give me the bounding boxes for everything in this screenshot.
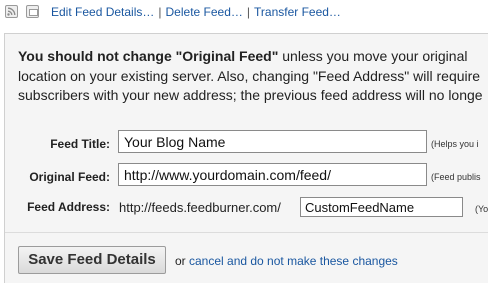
- change-warning: You should not change "Original Feed" un…: [18, 47, 488, 106]
- feed-address-label: Feed Address:: [27, 200, 110, 214]
- delete-feed-link[interactable]: Delete Feed…: [166, 5, 243, 19]
- save-feed-details-button[interactable]: Save Feed Details: [18, 246, 166, 274]
- original-feed-label: Original Feed:: [29, 170, 110, 184]
- feed-address-prefix: http://feeds.feedburner.com/: [119, 200, 281, 215]
- warning-line3: subscribers with your new address; the p…: [18, 87, 483, 103]
- warning-line2: location on your existing server. Also, …: [18, 67, 481, 84]
- feed-title-help: (Helps you i: [431, 139, 479, 149]
- window-icon[interactable]: [26, 5, 39, 18]
- original-feed-help: (Feed publis: [431, 172, 481, 182]
- transfer-feed-link[interactable]: Transfer Feed…: [254, 5, 341, 19]
- toolbar-links: Edit Feed Details… | Delete Feed… | Transfer…: [51, 5, 341, 19]
- or-text: or: [175, 254, 186, 268]
- feed-icon[interactable]: [5, 5, 18, 18]
- warning-bold: You should not change "Original Feed": [18, 48, 279, 64]
- warning-line1: unless you move your original: [278, 48, 468, 64]
- feed-title-input[interactable]: [118, 130, 427, 153]
- edit-feed-panel: You should not change "Original Feed" un…: [4, 33, 488, 283]
- link-separator: |: [246, 5, 251, 19]
- feed-title-label: Feed Title:: [50, 137, 110, 151]
- edit-feed-details-link[interactable]: Edit Feed Details…: [51, 5, 154, 19]
- link-separator: |: [158, 5, 162, 19]
- divider: [5, 232, 488, 233]
- cancel-link[interactable]: cancel and do not make these changes: [189, 254, 398, 268]
- feed-toolbar: Edit Feed Details… | Delete Feed… | Transfer…: [0, 0, 488, 26]
- feed-address-help: (Your: [475, 204, 488, 214]
- original-feed-input[interactable]: [118, 163, 427, 186]
- feed-address-input[interactable]: [300, 197, 463, 217]
